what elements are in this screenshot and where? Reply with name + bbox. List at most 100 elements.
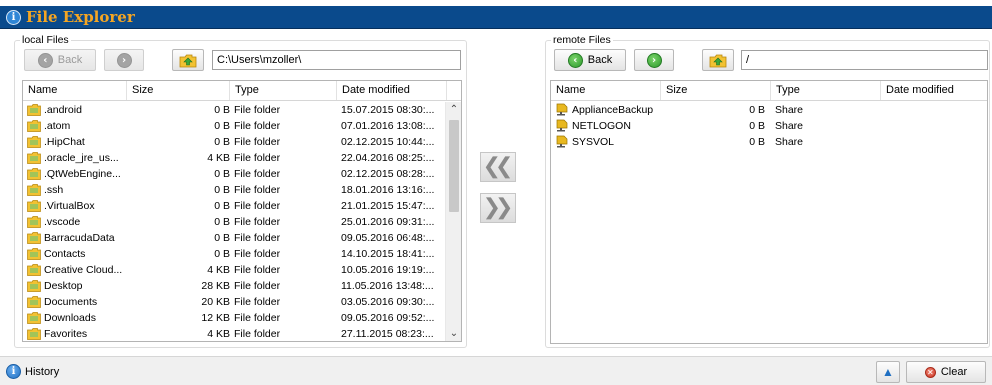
remote-cell-name: SYSVOL — [572, 136, 615, 148]
remote-path-input[interactable]: / — [741, 50, 988, 70]
remote-files-legend: remote Files — [551, 34, 613, 46]
remote-col-size[interactable]: Size — [661, 81, 771, 100]
local-cell-size: 0 B — [214, 232, 230, 244]
folder-icon — [27, 200, 41, 212]
local-cell-size: 12 KB — [201, 312, 230, 324]
local-path-input[interactable]: C:\Users\mzoller\ — [212, 50, 461, 70]
arrow-left-icon: ‹ — [567, 52, 583, 68]
local-files-legend: local Files — [20, 34, 71, 46]
local-table-row[interactable]: .android 0 B File folder 15.07.2015 08:30:.… — [23, 102, 461, 118]
local-table-row[interactable]: .QtWebEngine... 0 B File folder 02.12.2015 … — [23, 166, 461, 182]
transfer-to-remote-button[interactable]: ❯❯ — [480, 193, 516, 223]
local-table-row[interactable]: Favorites 4 KB File folder 27.11.2015 08:23… — [23, 326, 461, 341]
local-cell-size: 4 KB — [207, 264, 230, 276]
local-table-row[interactable]: .ssh 0 B File folder 18.01.2016 13:16:... — [23, 182, 461, 198]
scroll-up-arrow[interactable]: ⌃ — [446, 102, 461, 118]
local-forward-button[interactable]: › — [104, 49, 144, 71]
footer-bar: i History ▲ ✕ Clear — [0, 356, 992, 385]
local-table-row[interactable]: Documents 20 KB File folder 03.05.2016 09:3… — [23, 294, 461, 310]
transfer-to-local-button[interactable]: ❮❮ — [480, 152, 516, 182]
local-cell-name: .ssh — [44, 184, 64, 196]
local-table-row[interactable]: .VirtualBox 0 B File folder 21.01.2015 15:4… — [23, 198, 461, 214]
remote-cell-type: Share — [775, 136, 804, 148]
folder-icon — [27, 184, 41, 196]
local-cell-type: File folder — [234, 280, 281, 292]
clear-button[interactable]: ✕ Clear — [906, 361, 986, 383]
scroll-thumb[interactable] — [449, 120, 459, 212]
local-cell-size: 0 B — [214, 136, 230, 148]
remote-back-button[interactable]: ‹ Back — [554, 49, 626, 71]
local-cell-size: 0 B — [214, 184, 230, 196]
local-cell-name: Downloads — [44, 312, 96, 324]
local-cell-size: 0 B — [214, 200, 230, 212]
local-table-row[interactable]: Downloads 12 KB File folder 09.05.2016 09:5… — [23, 310, 461, 326]
local-table-row[interactable]: .vscode 0 B File folder 25.01.2016 09:31:..… — [23, 214, 461, 230]
local-header-row: Name Size Type Date modified — [23, 81, 461, 101]
local-cell-type: File folder — [234, 216, 281, 228]
folder-icon — [27, 264, 41, 276]
folder-icon — [27, 104, 41, 116]
local-cell-size: 28 KB — [201, 280, 230, 292]
local-cell-date: 18.01.2016 13:16:... — [341, 184, 435, 196]
local-cell-name: Contacts — [44, 248, 86, 260]
local-file-list[interactable]: Name Size Type Date modified .android 0 B… — [22, 80, 462, 342]
local-table-row[interactable]: Contacts 0 B File folder 14.10.2015 18:41:.… — [23, 246, 461, 262]
remote-col-date[interactable]: Date modified — [881, 81, 987, 100]
folder-icon — [27, 136, 41, 148]
remote-cell-size: 0 B — [749, 120, 765, 132]
local-cell-date: 25.01.2016 09:31:... — [341, 216, 435, 228]
folder-icon — [27, 232, 41, 244]
local-cell-date: 15.07.2015 08:30:... — [341, 104, 435, 116]
remote-up-folder-button[interactable] — [702, 49, 734, 71]
remote-cell-size: 0 B — [749, 104, 765, 116]
folder-icon — [27, 120, 41, 132]
title-bar: i File Explorer — [0, 0, 992, 29]
local-cell-type: File folder — [234, 184, 281, 196]
local-col-name[interactable]: Name — [23, 81, 127, 100]
remote-cell-type: Share — [775, 104, 804, 116]
local-cell-type: File folder — [234, 200, 281, 212]
clear-label: Clear — [940, 366, 968, 378]
remote-forward-button[interactable]: › — [634, 49, 674, 71]
local-cell-size: 0 B — [214, 248, 230, 260]
local-table-row[interactable]: .HipChat 0 B File folder 02.12.2015 10:44:.… — [23, 134, 461, 150]
local-cell-type: File folder — [234, 152, 281, 164]
local-table-row[interactable]: Desktop 28 KB File folder 11.05.2016 13:48:… — [23, 278, 461, 294]
remote-col-type[interactable]: Type — [771, 81, 881, 100]
local-cell-date: 03.05.2016 09:30:... — [341, 296, 435, 308]
local-cell-name: Favorites — [44, 328, 88, 340]
local-cell-date: 11.05.2016 13:48:... — [341, 280, 434, 292]
remote-col-name[interactable]: Name — [551, 81, 661, 100]
folder-icon — [27, 248, 41, 260]
local-cell-date: 02.12.2015 08:28:... — [341, 168, 435, 180]
local-up-folder-button[interactable] — [172, 49, 204, 71]
chevron-up-icon: ▲ — [882, 365, 894, 379]
scroll-down-arrow[interactable]: ⌄ — [446, 326, 461, 341]
local-cell-type: File folder — [234, 104, 281, 116]
remote-table-row[interactable]: SYSVOL 0 B Share — [551, 134, 987, 150]
local-col-date[interactable]: Date modified — [337, 81, 447, 100]
local-cell-type: File folder — [234, 136, 281, 148]
local-cell-name: .VirtualBox — [44, 200, 95, 212]
history-toggle[interactable]: i History — [6, 364, 59, 379]
remote-table-row[interactable]: ApplianceBackup 0 B Share — [551, 102, 987, 118]
expand-history-button[interactable]: ▲ — [876, 361, 900, 383]
local-cell-name: .QtWebEngine... — [44, 168, 121, 180]
local-col-size[interactable]: Size — [127, 81, 230, 100]
app-title: File Explorer — [26, 8, 135, 26]
share-icon — [556, 103, 568, 116]
folder-up-icon — [179, 54, 197, 67]
local-table-row[interactable]: .atom 0 B File folder 07.01.2016 13:08:... — [23, 118, 461, 134]
local-cell-name: BarracudaData — [44, 232, 115, 244]
local-table-row[interactable]: Creative Cloud... 4 KB File folder 10.05.20… — [23, 262, 461, 278]
remote-file-list[interactable]: Name Size Type Date modified ApplianceBa… — [550, 80, 988, 344]
local-cell-type: File folder — [234, 312, 281, 324]
local-table-row[interactable]: BarracudaData 0 B File folder 09.05.2016 06… — [23, 230, 461, 246]
local-cell-name: Creative Cloud... — [44, 264, 123, 276]
info-icon: i — [6, 10, 21, 25]
local-table-row[interactable]: .oracle_jre_us... 4 KB File folder 22.04.20… — [23, 150, 461, 166]
remote-table-row[interactable]: NETLOGON 0 B Share — [551, 118, 987, 134]
local-back-button[interactable]: ‹ Back — [24, 49, 96, 71]
local-col-type[interactable]: Type — [230, 81, 337, 100]
local-scrollbar[interactable]: ⌃ ⌄ — [445, 102, 461, 341]
